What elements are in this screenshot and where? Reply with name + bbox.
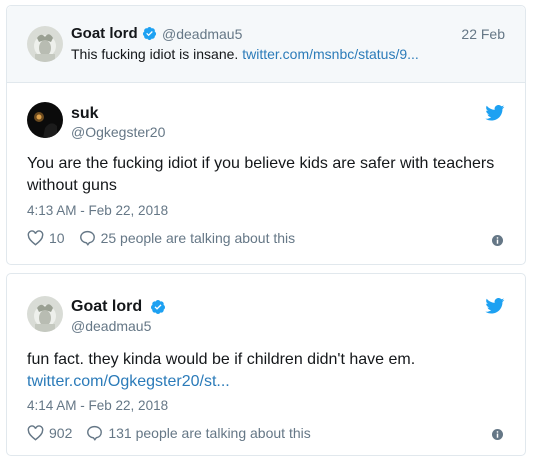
tweet-link[interactable]: twitter.com/Ogkegster20/st... xyxy=(27,371,230,393)
tweet-actions: 10 25 people are talking about this xyxy=(27,228,295,248)
display-name[interactable]: Goat lord xyxy=(71,25,138,42)
tweet-actions: 902 131 people are talking about this xyxy=(27,423,311,443)
reply-bubble-icon[interactable] xyxy=(79,230,96,246)
tweet-text: This fucking idiot is insane. xyxy=(71,46,239,62)
avatar[interactable] xyxy=(27,26,63,62)
avatar[interactable] xyxy=(27,296,63,332)
embedded-tweet-card: Goat lord @deadmau5 fun fact. they kinda… xyxy=(6,273,526,456)
talking-count[interactable]: 131 people are talking about this xyxy=(108,425,310,441)
like-count[interactable]: 902 xyxy=(49,425,72,441)
reply-bubble-icon[interactable] xyxy=(86,425,103,441)
tweet-date[interactable]: 22 Feb xyxy=(461,26,505,42)
user-handle[interactable]: @deadmau5 xyxy=(162,26,242,42)
verified-badge-icon xyxy=(142,26,157,41)
twitter-bird-icon[interactable] xyxy=(485,105,505,121)
avatar[interactable] xyxy=(27,102,63,138)
twitter-bird-icon[interactable] xyxy=(485,298,505,314)
tweet-text: fun fact. they kinda would be if childre… xyxy=(27,351,416,368)
like-count[interactable]: 10 xyxy=(49,230,65,246)
embedded-tweet-card: Goat lord @deadmau5 22 Feb This fucking … xyxy=(6,5,526,265)
heart-icon[interactable] xyxy=(27,425,44,441)
tweet-link[interactable]: twitter.com/msnbc/status/9... xyxy=(242,46,419,62)
quoted-tweet-text: This fucking idiot is insane. twitter.co… xyxy=(71,46,419,62)
display-name[interactable]: suk xyxy=(71,105,99,123)
tweet-timestamp[interactable]: 4:13 AM - Feb 22, 2018 xyxy=(27,203,168,218)
tweet-timestamp[interactable]: 4:14 AM - Feb 22, 2018 xyxy=(27,398,168,413)
user-handle[interactable]: @Ogkegster20 xyxy=(71,124,165,140)
info-icon[interactable] xyxy=(492,427,503,440)
info-icon[interactable] xyxy=(492,233,503,246)
talking-count[interactable]: 25 people are talking about this xyxy=(101,230,296,246)
tweet-text: You are the fucking idiot if you believe… xyxy=(27,155,495,194)
user-handle[interactable]: @deadmau5 xyxy=(71,318,151,334)
heart-icon[interactable] xyxy=(27,230,44,246)
verified-badge-icon xyxy=(150,299,166,315)
display-name[interactable]: Goat lord xyxy=(71,298,142,316)
quoted-tweet[interactable]: Goat lord @deadmau5 22 Feb This fucking … xyxy=(7,6,525,83)
